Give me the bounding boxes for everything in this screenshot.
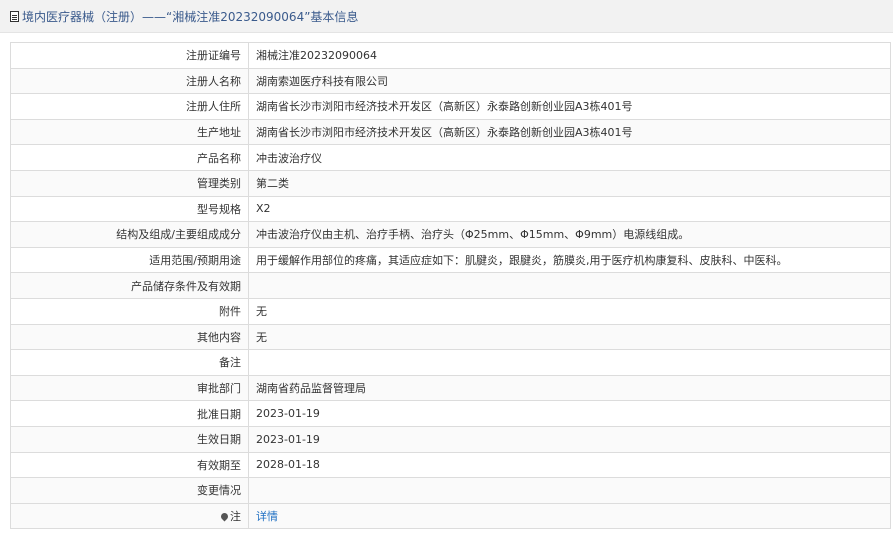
row-label: 审批部门 [10,374,249,402]
table-row: 生效日期 2023-01-19 [10,425,891,453]
table-row: 注册人住所 湖南省长沙市浏阳市经济技术开发区（高新区）永泰路创新创业园A3栋401… [10,93,891,120]
table-row: 有效期至 2028-01-18 [10,451,891,479]
row-label: 产品名称 [10,144,249,171]
row-value: 2023-01-19 [248,400,891,427]
row-value-note: 详情 [248,502,891,530]
row-value: 用于缓解作用部位的疼痛，其适应症如下：肌腱炎，跟腱炎，筋膜炎,用于医疗机构康复科… [248,246,891,274]
table-row: 变更情况 [10,477,891,504]
row-label: 产品储存条件及有效期 [10,272,249,299]
row-value: 湘械注准20232090064 [248,42,891,69]
row-value: 湖南省长沙市浏阳市经济技术开发区（高新区）永泰路创新创业园A3栋401号 [248,93,891,120]
note-label: 注 [230,509,241,523]
details-link[interactable]: 详情 [256,510,278,523]
table-row: 产品名称 冲击波治疗仪 [10,144,891,171]
table-row: 批准日期 2023-01-19 [10,400,891,427]
table-row: 适用范围/预期用途 用于缓解作用部位的疼痛，其适应症如下：肌腱炎，跟腱炎，筋膜炎,… [10,246,891,274]
row-label: 附件 [10,297,249,325]
row-label: 注册证编号 [10,42,249,69]
page-title: 境内医疗器械（注册）——“湘械注准20232090064”基本信息 [22,9,359,24]
table-row: 备注 [10,349,891,376]
table-row: 型号规格 X2 [10,195,891,223]
table-row: 注册证编号 湘械注准20232090064 [10,42,891,69]
pin-icon [219,511,230,522]
table-row: 注册人名称 湖南索迦医疗科技有限公司 [10,67,891,95]
row-value: 第二类 [248,169,891,197]
row-label: 适用范围/预期用途 [10,246,249,274]
row-label: 其他内容 [10,323,249,351]
row-label: 结构及组成/主要组成成分 [10,221,249,248]
row-value: 2028-01-18 [248,451,891,479]
row-label: 注册人住所 [10,93,249,120]
row-value: 冲击波治疗仪由主机、治疗手柄、治疗头（Φ25mm、Φ15mm、Φ9mm）电源线组… [248,221,891,248]
row-label: 批准日期 [10,400,249,427]
table-row: 附件无 [10,297,891,325]
detail-table: 注册证编号 湘械注准20232090064 注册人名称 湖南索迦医疗科技有限公司 注册人… [10,42,891,530]
table-row: 其他内容无 [10,323,891,351]
row-value [248,272,891,299]
row-value: 无 [248,323,891,351]
row-value: 无 [248,297,891,325]
row-value [248,349,891,376]
table-row: 管理类别 第二类 [10,169,891,197]
row-label: 变更情况 [10,477,249,504]
table-row: 结构及组成/主要组成成分 冲击波治疗仪由主机、治疗手柄、治疗头（Φ25mm、Φ15… [10,221,891,248]
row-label: 生效日期 [10,425,249,453]
row-label: 型号规格 [10,195,249,223]
row-value: 湖南索迦医疗科技有限公司 [248,67,891,95]
table-row: 生产地址 湖南省长沙市浏阳市经济技术开发区（高新区）永泰路创新创业园A3栋401号 [10,118,891,146]
row-value: 湖南省长沙市浏阳市经济技术开发区（高新区）永泰路创新创业园A3栋401号 [248,118,891,146]
row-value: X2 [248,195,891,223]
row-value: 湖南省药品监督管理局 [248,374,891,402]
row-value: 冲击波治疗仪 [248,144,891,171]
row-label: 管理类别 [10,169,249,197]
table-row: 审批部门 湖南省药品监督管理局 [10,374,891,402]
row-value: 2023-01-19 [248,425,891,453]
row-label: 备注 [10,349,249,376]
row-label: 注册人名称 [10,67,249,95]
row-value [248,477,891,504]
row-label-note: 注 [10,502,249,530]
row-label: 生产地址 [10,118,249,146]
row-label: 有效期至 [10,451,249,479]
document-icon [10,10,19,22]
table-row-note: 注 详情 [10,502,891,530]
table-row: 产品储存条件及有效期 [10,272,891,299]
page-header: 境内医疗器械（注册）——“湘械注准20232090064”基本信息 [0,0,893,33]
